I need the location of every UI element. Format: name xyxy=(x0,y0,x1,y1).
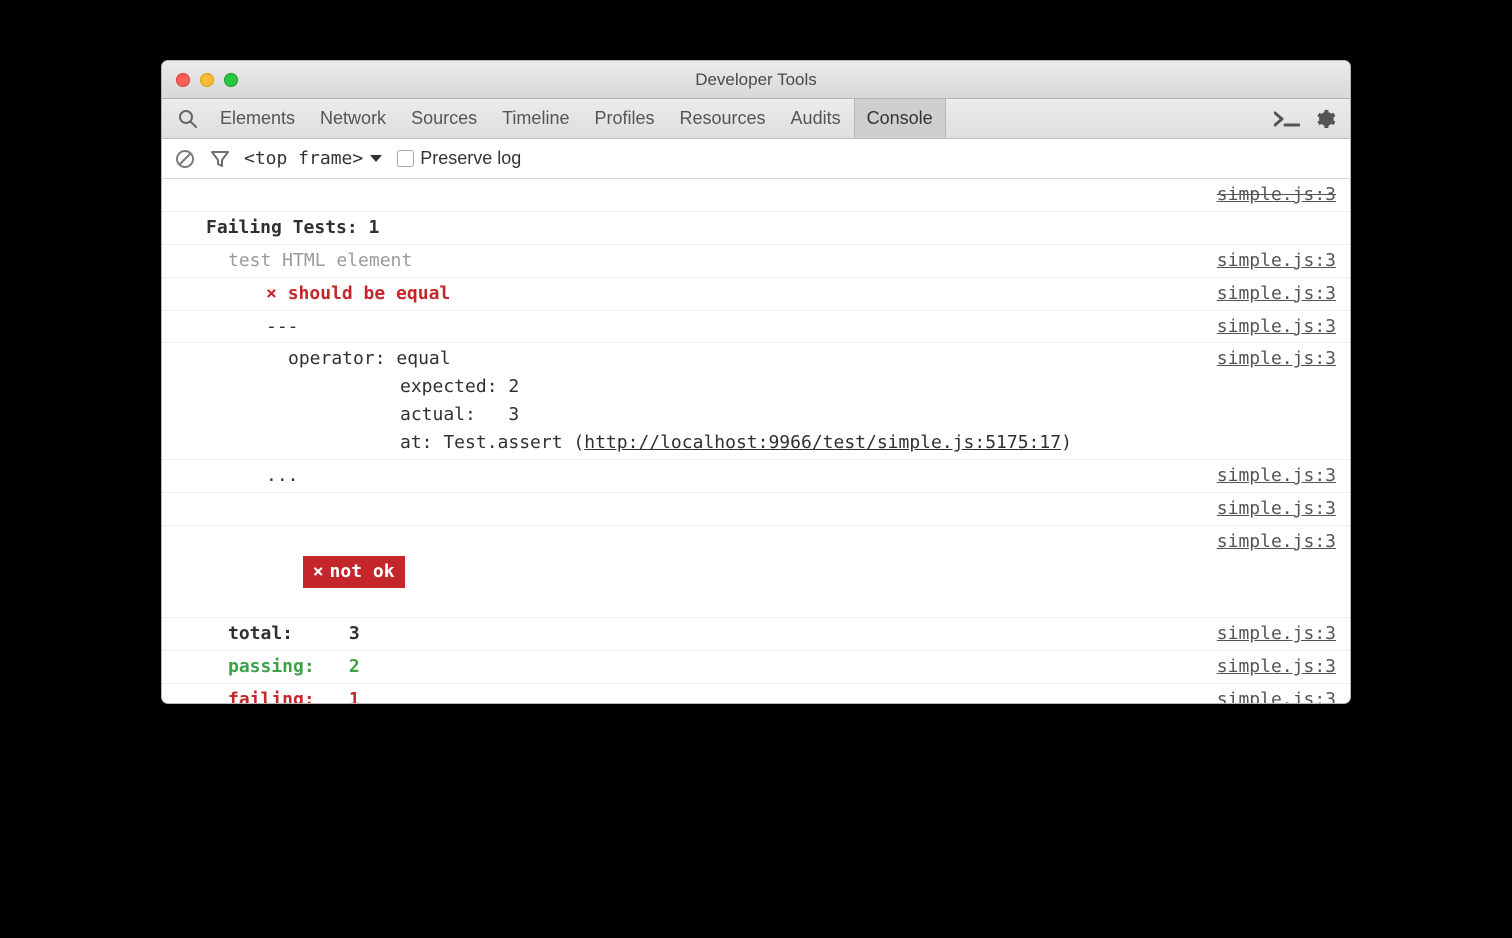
console-output[interactable]: simple.js:3 Failing Tests: 1 test HTML e… xyxy=(162,179,1350,703)
tab-timeline[interactable]: Timeline xyxy=(490,99,582,138)
tabbar: Elements Network Sources Timeline Profil… xyxy=(162,99,1350,139)
tab-audits[interactable]: Audits xyxy=(779,99,854,138)
tab-resources[interactable]: Resources xyxy=(668,99,779,138)
source-link[interactable]: simple.js:3 xyxy=(1197,313,1336,341)
status-badge: ×not ok xyxy=(303,556,405,588)
minimize-button[interactable] xyxy=(200,73,214,87)
fail-assertion: × should be equal xyxy=(176,280,450,308)
log-row-heading: Failing Tests: 1 xyxy=(162,212,1350,245)
log-row-summary-total: total: 3 simple.js:3 xyxy=(162,618,1350,651)
devtools-window: Developer Tools Elements Network Sources… xyxy=(161,60,1351,704)
log-row: simple.js:3 xyxy=(162,179,1350,212)
log-row-empty: simple.js:3 xyxy=(162,493,1350,526)
summary-total: total: 3 xyxy=(176,620,360,648)
drawer-toggle-icon[interactable] xyxy=(1274,110,1300,128)
source-link[interactable]: simple.js:3 xyxy=(1197,280,1336,308)
separator: --- xyxy=(176,313,299,341)
preserve-log-label: Preserve log xyxy=(420,148,521,169)
window-title: Developer Tools xyxy=(695,70,817,90)
source-link[interactable]: simple.js:3 xyxy=(1197,462,1336,490)
source-link[interactable]: simple.js:3 xyxy=(1197,181,1336,209)
clear-console-icon[interactable] xyxy=(174,148,196,170)
source-link[interactable]: simple.js:3 xyxy=(1197,686,1336,703)
source-link[interactable]: simple.js:3 xyxy=(1197,528,1336,556)
frame-label: <top frame> xyxy=(244,148,363,169)
log-row-details: operator: equal expected: 2 actual: 3 at… xyxy=(162,343,1350,460)
source-link[interactable]: simple.js:3 xyxy=(1197,345,1336,373)
failing-tests-heading: Failing Tests: 1 xyxy=(176,214,379,242)
tab-sources[interactable]: Sources xyxy=(399,99,490,138)
tabs: Elements Network Sources Timeline Profil… xyxy=(208,99,946,138)
checkbox-icon xyxy=(397,150,414,167)
frame-selector[interactable]: <top frame> xyxy=(244,148,383,169)
settings-icon[interactable] xyxy=(1314,108,1336,130)
log-row-fail: × should be equal simple.js:3 xyxy=(162,278,1350,311)
tabbar-right-icons xyxy=(1274,99,1342,138)
stack-link[interactable]: http://localhost:9966/test/simple.js:517… xyxy=(584,432,1061,453)
summary-failing: failing: 1 xyxy=(176,686,360,703)
log-row: ... simple.js:3 xyxy=(162,460,1350,493)
console-filterbar: <top frame> Preserve log xyxy=(162,139,1350,179)
source-link[interactable]: simple.js:3 xyxy=(1197,495,1336,523)
preserve-log-toggle[interactable]: Preserve log xyxy=(397,148,521,169)
source-link[interactable]: simple.js:3 xyxy=(1197,247,1336,275)
tab-network[interactable]: Network xyxy=(308,99,399,138)
log-row-summary-passing: passing: 2 simple.js:3 xyxy=(162,651,1350,684)
log-row: test HTML element simple.js:3 xyxy=(162,245,1350,278)
titlebar: Developer Tools xyxy=(162,61,1350,99)
chevron-down-icon xyxy=(369,154,383,164)
log-row-summary-failing: failing: 1 simple.js:3 xyxy=(162,684,1350,703)
zoom-button[interactable] xyxy=(224,73,238,87)
tab-elements[interactable]: Elements xyxy=(208,99,308,138)
assertion-details: operator: equal expected: 2 actual: 3 at… xyxy=(176,345,1072,457)
filter-icon[interactable] xyxy=(210,149,230,169)
source-link[interactable]: simple.js:3 xyxy=(1197,620,1336,648)
ellipsis: ... xyxy=(176,462,299,490)
tab-profiles[interactable]: Profiles xyxy=(582,99,667,138)
window-controls xyxy=(176,73,238,87)
search-icon[interactable] xyxy=(168,99,208,138)
summary-passing: passing: 2 xyxy=(176,653,360,681)
log-row-badge: ×not ok simple.js:3 xyxy=(162,526,1350,619)
close-button[interactable] xyxy=(176,73,190,87)
source-link[interactable]: simple.js:3 xyxy=(1197,653,1336,681)
tab-console[interactable]: Console xyxy=(854,99,946,138)
log-row: --- simple.js:3 xyxy=(162,311,1350,344)
test-name: test HTML element xyxy=(176,247,412,275)
